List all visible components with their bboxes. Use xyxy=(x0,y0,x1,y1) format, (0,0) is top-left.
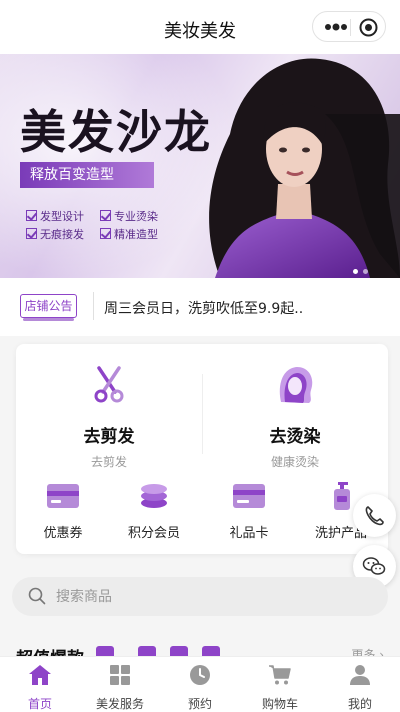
capsule-divider xyxy=(350,19,351,36)
tab-label: 预约 xyxy=(187,697,212,711)
service-subtitle: 健康烫染 xyxy=(270,455,319,469)
points-icon xyxy=(141,484,167,508)
carousel-dot[interactable] xyxy=(363,269,368,274)
service-subtitle: 去剪发 xyxy=(90,455,127,469)
grid-icon xyxy=(110,665,130,685)
notice-text: 周三会员日，洗剪吹低至9.9起.. xyxy=(104,301,304,317)
tab-booking[interactable]: 预约 xyxy=(160,664,240,712)
service-perm-dye[interactable]: 去烫染 健康烫染 xyxy=(202,364,388,470)
banner-subtitle: 释放百变造型 xyxy=(20,162,154,188)
home-icon xyxy=(29,665,51,685)
carousel-indicator xyxy=(348,259,368,278)
banner-carousel[interactable]: 美发沙龙 释放百变造型 发型设计 专业烫染 无痕接发 精准造型 xyxy=(0,54,400,278)
quick-label: 优惠券 xyxy=(43,526,83,541)
tab-label: 购物车 xyxy=(261,697,298,711)
mini-program-capsule xyxy=(312,11,386,42)
quick-gift-card[interactable]: 礼品卡 xyxy=(204,482,294,541)
tab-hair-service[interactable]: 美发服务 xyxy=(80,664,160,712)
carousel-dot[interactable] xyxy=(353,269,358,274)
phone-float-button[interactable] xyxy=(353,494,396,537)
close-target-icon[interactable] xyxy=(359,18,378,37)
check-icon xyxy=(26,228,37,239)
gift-card-icon xyxy=(233,484,265,508)
scissors-icon xyxy=(94,366,124,403)
check-icon xyxy=(26,210,37,221)
quick-label: 礼品卡 xyxy=(229,526,269,541)
tab-label: 首页 xyxy=(27,697,52,711)
search-icon xyxy=(28,587,46,605)
banner-feature: 专业烫染 xyxy=(100,208,158,224)
hair-icon xyxy=(279,367,313,403)
banner-feature: 精准造型 xyxy=(100,226,158,242)
user-icon xyxy=(350,665,370,685)
more-icon[interactable] xyxy=(323,20,349,34)
title-bar: 美妆美发 xyxy=(0,0,400,54)
quick-coupon[interactable]: 优惠券 xyxy=(18,482,108,541)
model-illustration xyxy=(209,58,400,278)
banner-headline: 美发沙龙 xyxy=(20,105,212,159)
tab-mine[interactable]: 我的 xyxy=(320,664,400,712)
check-icon xyxy=(100,228,111,239)
cart-icon xyxy=(269,665,291,685)
service-title: 去烫染 xyxy=(269,427,321,447)
notice-tag: 店铺公告 xyxy=(20,294,77,321)
tab-bar: 首页 美发服务 预约 购物车 我的 xyxy=(0,656,400,712)
banner-feature: 无痕接发 xyxy=(26,226,84,242)
quick-label: 积分会员 xyxy=(127,526,180,541)
service-haircut[interactable]: 去剪发 去剪发 xyxy=(16,364,202,470)
clock-icon xyxy=(190,665,210,685)
tab-label: 我的 xyxy=(347,697,372,711)
service-card: 去剪发 去剪发 去烫染 健康烫染 优惠券 积分会员 礼品卡 洗护产品 xyxy=(16,344,388,554)
coupon-icon xyxy=(47,484,79,508)
check-icon xyxy=(100,210,111,221)
tab-label: 美发服务 xyxy=(95,697,144,711)
store-notice[interactable]: 店铺公告 周三会员日，洗剪吹低至9.9起.. xyxy=(0,278,400,336)
search-bar[interactable] xyxy=(12,577,388,616)
quick-points[interactable]: 积分会员 xyxy=(109,482,199,541)
phone-icon xyxy=(365,506,384,526)
notice-divider xyxy=(93,292,94,320)
banner-feature: 发型设计 xyxy=(26,208,84,224)
search-input[interactable] xyxy=(56,586,356,607)
service-title: 去剪发 xyxy=(83,427,135,447)
tab-cart[interactable]: 购物车 xyxy=(240,664,320,712)
tab-home[interactable]: 首页 xyxy=(0,664,80,712)
